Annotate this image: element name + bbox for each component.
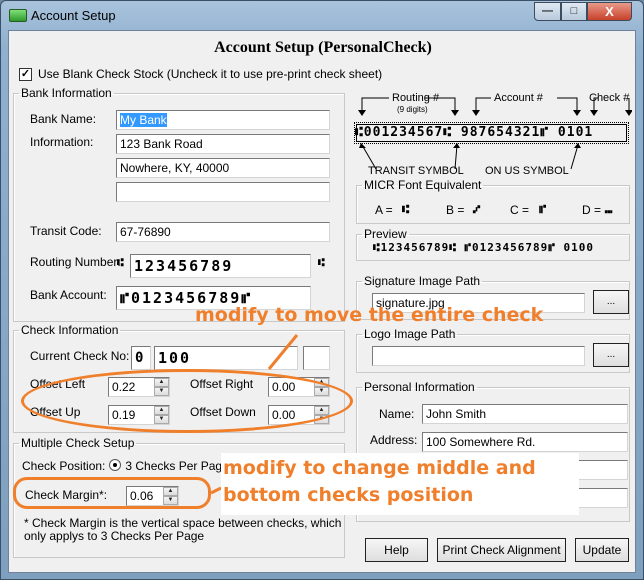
annotation-margin-outline	[13, 477, 211, 509]
annotation-margin-line2: bottom checks position	[223, 484, 474, 506]
title-bar[interactable]: Account Setup — □ X	[1, 1, 643, 31]
annotation-margin-line1: modify to change middle and	[223, 457, 536, 479]
minimize-button[interactable]: —	[534, 2, 561, 21]
annotation-offsets-ellipse	[21, 369, 353, 433]
annotation-leader-offsets	[267, 334, 299, 370]
close-button[interactable]: X	[587, 2, 632, 21]
account-setup-window: Account Setup — □ X Account Setup (Perso…	[0, 0, 644, 580]
window-title: Account Setup	[31, 8, 116, 23]
maximize-button[interactable]: □	[561, 2, 587, 21]
dialog-client-area: Account Setup (PersonalCheck) ✓ Use Blan…	[8, 30, 636, 573]
app-icon	[9, 9, 27, 22]
annotation-leader-margin	[210, 486, 222, 495]
